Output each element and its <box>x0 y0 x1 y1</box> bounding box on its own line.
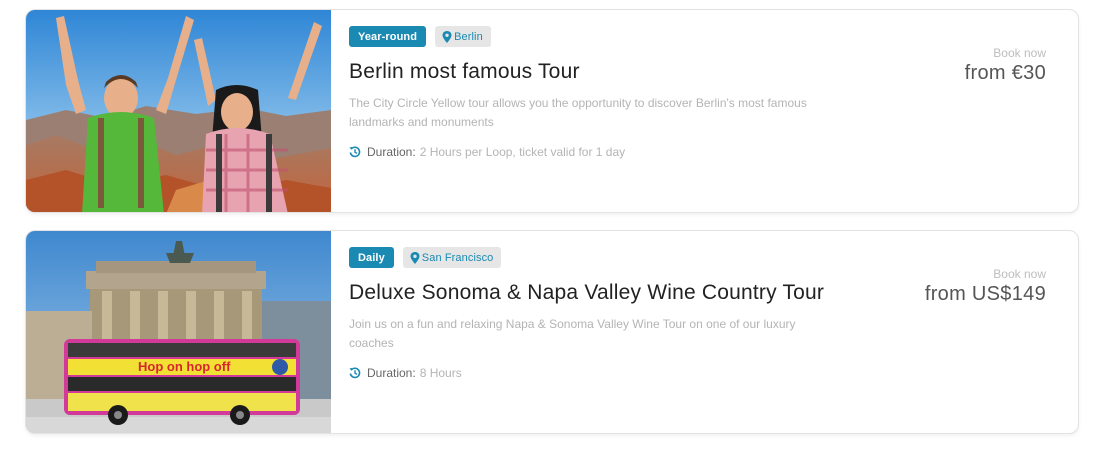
duration-value: 2 Hours per Loop, ticket valid for 1 day <box>419 145 626 159</box>
tour-title[interactable]: Berlin most famous Tour <box>349 60 849 84</box>
tour-duration: Duration: 2 Hours per Loop, ticket valid… <box>349 145 849 159</box>
history-clock-icon <box>349 146 361 158</box>
tour-price: from €30 <box>964 62 1046 84</box>
tour-card-berlin[interactable]: Year-round Berlin Berlin most famous Tou… <box>25 9 1079 213</box>
history-clock-icon <box>349 367 361 379</box>
location-badge[interactable]: Berlin <box>435 26 491 47</box>
map-pin-icon <box>442 30 452 43</box>
duration-value: 8 Hours <box>419 366 462 380</box>
tour-list: Year-round Berlin Berlin most famous Tou… <box>0 0 1119 458</box>
tour-price: from US$149 <box>924 283 1046 305</box>
location-badge[interactable]: San Francisco <box>402 247 502 268</box>
tour-badges: Daily San Francisco <box>349 247 849 269</box>
tour-description: Join us on a fun and relaxing Napa & Son… <box>349 317 796 350</box>
tour-card-wine-country[interactable]: Hop on hop off Daily San Francisco Delux… <box>25 230 1079 434</box>
location-label: Berlin <box>454 30 483 43</box>
bus-sign-text: Hop on hop off <box>138 359 231 374</box>
map-pin-icon <box>410 251 420 264</box>
tour-price-block[interactable]: Book now from €30 <box>965 46 1046 85</box>
tour-price-block[interactable]: Book now from US$149 <box>925 267 1046 306</box>
tour-title[interactable]: Deluxe Sonoma & Napa Valley Wine Country… <box>349 281 849 305</box>
tour-description: The City Circle Yellow tour allows you t… <box>349 96 807 129</box>
tour-details: Daily San Francisco Deluxe Sonoma & Napa… <box>349 247 849 380</box>
tour-image-hikers[interactable] <box>26 10 331 212</box>
tour-image-bus[interactable]: Hop on hop off <box>26 231 331 433</box>
duration-label: Duration: <box>367 366 416 380</box>
location-label: San Francisco <box>421 251 494 264</box>
season-badge[interactable]: Year-round <box>349 26 427 47</box>
duration-label: Duration: <box>367 145 416 159</box>
season-badge[interactable]: Daily <box>349 247 394 268</box>
tour-badges: Year-round Berlin <box>349 26 849 48</box>
tour-duration: Duration: 8 Hours <box>349 366 849 380</box>
tour-details: Year-round Berlin Berlin most famous Tou… <box>349 26 849 159</box>
book-now-link[interactable]: Book now <box>925 267 1046 281</box>
book-now-link[interactable]: Book now <box>965 46 1046 60</box>
